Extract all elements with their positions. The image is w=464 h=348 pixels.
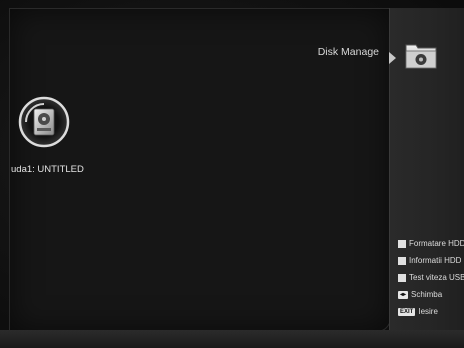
arrows-key-icon: ◂▸	[398, 290, 409, 299]
legend-label: Formatare HDD	[409, 239, 464, 248]
legend-item-format: Formatare HDD	[398, 235, 464, 252]
disk-item[interactable]	[18, 96, 88, 156]
legend-label: Test viteza USB	[409, 273, 464, 282]
menu-title: Disk Manage	[317, 46, 379, 58]
legend-label: Informatii HDD	[409, 256, 462, 265]
exit-key-icon: EXIT	[398, 307, 416, 316]
help-legend: Formatare HDD Informatii HDD Test viteza…	[398, 235, 464, 320]
hard-disk-icon	[18, 96, 70, 148]
legend-item-speed-test: Test viteza USB	[398, 269, 464, 286]
menu-pointer-icon	[389, 52, 396, 64]
legend-label: Schimba	[411, 290, 443, 299]
folder-disk-icon[interactable]	[404, 40, 438, 70]
legend-item-exit: EXIT Iesire	[398, 303, 464, 320]
legend-label: Iesire	[418, 307, 438, 316]
legend-item-change: ◂▸ Schimba	[398, 286, 464, 303]
white-square-icon	[398, 256, 406, 265]
tv-screen: Disk Manage uda1: UNTITLED Formatare HDD…	[0, 0, 464, 348]
white-square-icon	[398, 239, 406, 248]
bottom-bar	[0, 330, 464, 348]
white-square-icon	[398, 273, 406, 282]
disk-label: uda1: UNTITLED	[11, 164, 84, 175]
legend-item-info: Informatii HDD	[398, 252, 464, 269]
